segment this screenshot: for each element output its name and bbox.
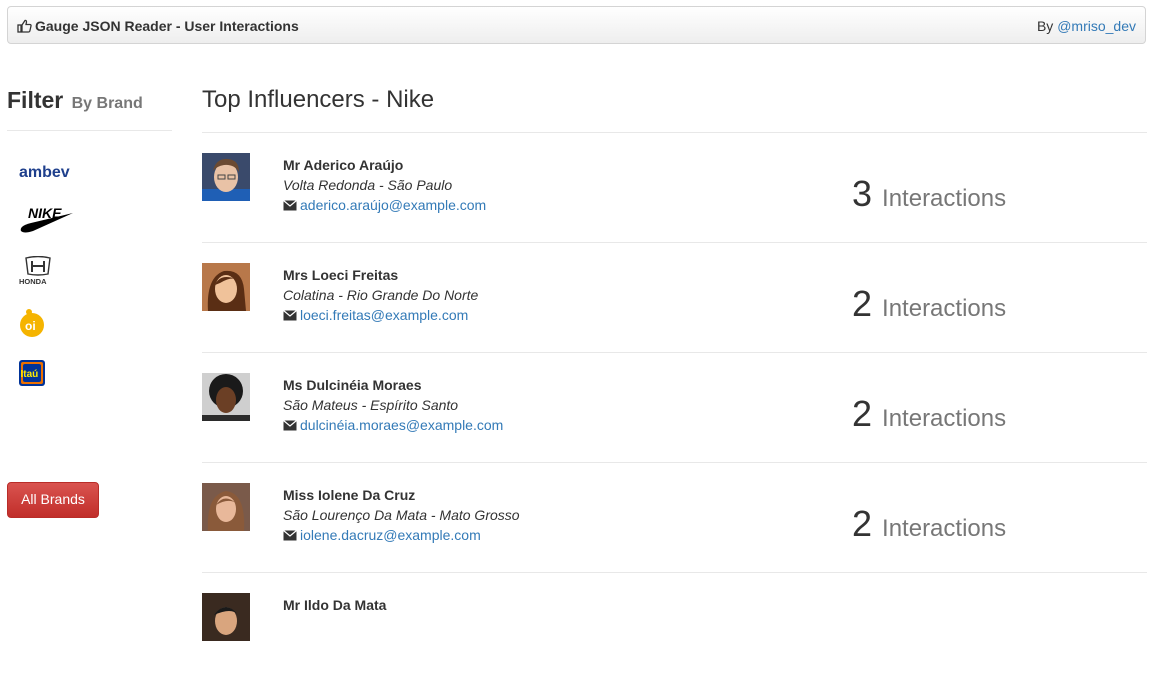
itau-logo-text: Itaú — [21, 369, 39, 380]
author-link[interactable]: @mriso_dev — [1057, 18, 1136, 34]
influencer-info: Miss Iolene Da Cruz São Lourenço Da Mata… — [283, 485, 520, 545]
email-link[interactable]: loeci.freitas@example.com — [300, 305, 468, 325]
filter-heading: Filter By Brand — [7, 84, 172, 116]
sidebar-divider — [7, 130, 172, 131]
interaction-number: 2 — [852, 283, 873, 324]
interactions-label: Interactions — [882, 185, 1007, 212]
influencer-name: Mrs Loeci Freitas — [283, 267, 399, 283]
influencer-name: Mr Aderico Araújo — [283, 157, 404, 173]
avatar[interactable] — [202, 373, 250, 421]
influencer-row: Miss Iolene Da Cruz São Lourenço Da Mata… — [202, 463, 1147, 573]
influencer-location: Colatina - Rio Grande Do Norte — [283, 287, 479, 303]
avatar[interactable] — [202, 153, 250, 201]
interactions-label: Interactions — [882, 295, 1007, 322]
influencer-email[interactable]: loeci.freitas@example.com — [283, 305, 478, 325]
influencer-email[interactable]: aderico.araújo@example.com — [283, 195, 486, 215]
honda-logo-text: HONDA — [19, 277, 47, 286]
influencer-location: Volta Redonda - São Paulo — [283, 177, 453, 193]
influencer-name: Ms Dulcinéia Moraes — [283, 377, 422, 393]
influencer-row: Ms Dulcinéia Moraes São Mateus - Espírit… — [202, 353, 1147, 463]
influencer-name: Mr Ildo Da Mata — [283, 597, 387, 613]
email-link[interactable]: iolene.dacruz@example.com — [300, 525, 481, 545]
app-title: Gauge JSON Reader - User Interactions — [35, 18, 299, 34]
interaction-number: 2 — [852, 503, 873, 544]
influencer-info: Ms Dulcinéia Moraes São Mateus - Espírit… — [283, 375, 503, 435]
envelope-icon — [283, 529, 297, 540]
author-credit: By @mriso_dev — [1037, 18, 1136, 34]
envelope-icon — [283, 309, 297, 320]
influencer-email[interactable]: iolene.dacruz@example.com — [283, 525, 520, 545]
app-brand[interactable]: Gauge JSON Reader - User Interactions — [17, 18, 299, 34]
interaction-count: 3 Interactions — [852, 173, 1006, 215]
brand-logo-ambev[interactable]: ambev — [19, 164, 79, 185]
interaction-count: 2 Interactions — [852, 283, 1006, 325]
email-link[interactable]: dulcinéia.moraes@example.com — [300, 415, 503, 435]
influencer-info: Mr Aderico Araújo Volta Redonda - São Pa… — [283, 155, 486, 215]
by-label: By — [1036, 18, 1054, 34]
interaction-number: 3 — [852, 173, 873, 214]
influencer-info: Mrs Loeci Freitas Colatina - Rio Grande … — [283, 265, 478, 325]
brand-logo-oi[interactable]: oi — [19, 308, 47, 343]
influencer-name: Miss Iolene Da Cruz — [283, 487, 416, 503]
ambev-logo-text: ambev — [19, 164, 70, 180]
interactions-label: Interactions — [882, 405, 1007, 432]
filter-subtitle: By Brand — [71, 95, 143, 112]
interaction-number: 2 — [852, 393, 873, 434]
email-link[interactable]: aderico.araújo@example.com — [300, 195, 486, 215]
influencer-info: Mr Ildo Da Mata — [283, 595, 386, 615]
envelope-icon — [283, 419, 297, 430]
brand-filter-sidebar: Filter By Brand ambev NIKE HONDA oi Itaú… — [7, 84, 172, 518]
brand-logo-itau[interactable]: Itaú — [19, 360, 45, 391]
top-navbar: Gauge JSON Reader - User Interactions By… — [7, 6, 1146, 44]
influencer-email[interactable]: dulcinéia.moraes@example.com — [283, 415, 503, 435]
interaction-count: 2 Interactions — [852, 393, 1006, 435]
influencers-panel: Top Influencers - Nike Mr Aderico Araújo… — [202, 84, 1147, 682]
avatar[interactable] — [202, 483, 250, 531]
oi-logo-text: oi — [25, 319, 36, 333]
avatar[interactable] — [202, 263, 250, 311]
page-title: Top Influencers - Nike — [202, 86, 435, 113]
filter-title: Filter — [7, 87, 64, 113]
thumbs-up-icon — [17, 19, 32, 33]
influencer-row: Mrs Loeci Freitas Colatina - Rio Grande … — [202, 243, 1147, 353]
brand-logo-nike[interactable]: NIKE — [19, 204, 75, 239]
avatar[interactable] — [202, 593, 250, 641]
influencer-location: São Mateus - Espírito Santo — [283, 397, 459, 413]
all-brands-button[interactable]: All Brands — [7, 482, 99, 518]
interactions-label: Interactions — [882, 515, 1007, 542]
envelope-icon — [283, 199, 297, 210]
influencer-row: Mr Ildo Da Mata — [202, 573, 1147, 682]
influencer-location: São Lourenço Da Mata - Mato Grosso — [283, 507, 520, 523]
brand-logo-honda[interactable]: HONDA — [19, 255, 59, 291]
influencer-row: Mr Aderico Araújo Volta Redonda - São Pa… — [202, 133, 1147, 243]
interaction-count: 2 Interactions — [852, 503, 1006, 545]
